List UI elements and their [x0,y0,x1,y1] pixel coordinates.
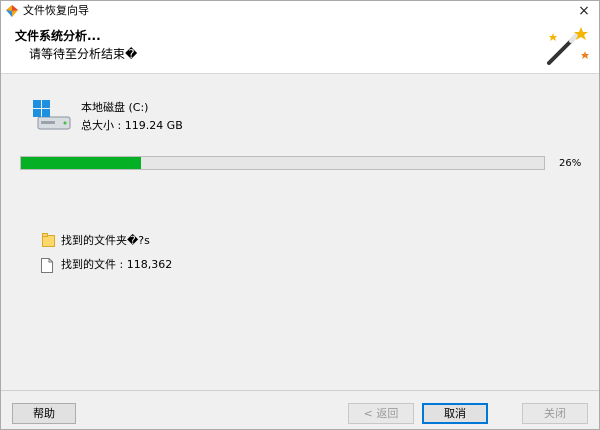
magic-wand-icon [547,27,589,65]
folder-icon [42,233,55,247]
found-files-count: 找到的文件 : 118,362 [61,258,173,271]
cancel-button[interactable]: 取消 [422,403,488,424]
found-folders-count: 找到的文件夹�?s [61,234,150,247]
window-close-button[interactable]: × [575,2,593,20]
footer-divider [1,390,599,391]
step-title: 文件系统分析... [15,29,101,43]
back-button[interactable]: < 返回 [348,403,414,424]
recovery-wizard-window: 文件恢复向导 × 文件系统分析... 请等待至分析结束� 本地磁盘 (C:) 总… [0,0,600,430]
drive-name: 本地磁盘 (C:) [81,101,149,114]
drive-total-size: 总大小 : 119.24 GB [81,119,183,132]
help-button[interactable]: 帮助 [12,403,76,424]
file-icon [41,258,53,273]
app-icon [6,5,18,17]
analysis-progress-bar [20,156,545,170]
step-subtitle: 请等待至分析结束� [29,47,138,61]
wizard-header: 文件系统分析... 请等待至分析结束� [1,21,599,74]
window-title: 文件恢复向导 [23,4,89,17]
progress-percent: 26% [559,158,582,169]
progress-fill [21,157,142,169]
hard-drive-icon [33,100,71,130]
title-bar: 文件恢复向导 × [1,1,599,21]
close-button[interactable]: 关闭 [522,403,588,424]
